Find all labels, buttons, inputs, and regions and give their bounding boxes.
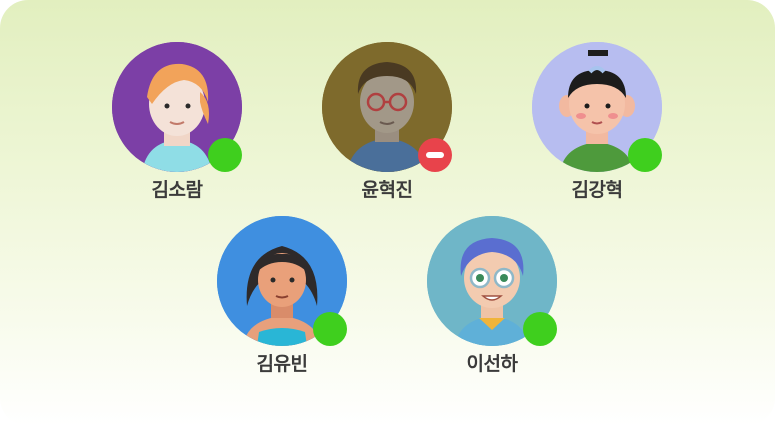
- member-tile[interactable]: 김강혁: [517, 42, 677, 212]
- avatar[interactable]: [427, 216, 557, 346]
- member-name: 김유빈: [256, 353, 308, 375]
- avatar[interactable]: [217, 216, 347, 346]
- member-tile[interactable]: 윤혁진: [307, 42, 467, 212]
- member-name: 김소람: [151, 179, 203, 201]
- online-status-indicator: [313, 312, 347, 346]
- online-status-indicator: [208, 138, 242, 172]
- avatar[interactable]: [322, 42, 452, 172]
- online-status-indicator: [523, 312, 557, 346]
- avatar[interactable]: [532, 42, 662, 172]
- avatar[interactable]: [112, 42, 242, 172]
- member-name: 김강혁: [571, 179, 623, 201]
- online-status-indicator: [628, 138, 662, 172]
- member-tile[interactable]: 김유빈: [202, 216, 362, 386]
- members-card: 김소람 윤혁진 김강혁 김유빈 이선하: [0, 0, 775, 426]
- member-name: 윤혁진: [361, 179, 413, 201]
- busy-status-indicator: [418, 138, 452, 172]
- member-tile[interactable]: 이선하: [412, 216, 572, 386]
- member-name: 이선하: [466, 353, 518, 375]
- member-tile[interactable]: 김소람: [97, 42, 257, 212]
